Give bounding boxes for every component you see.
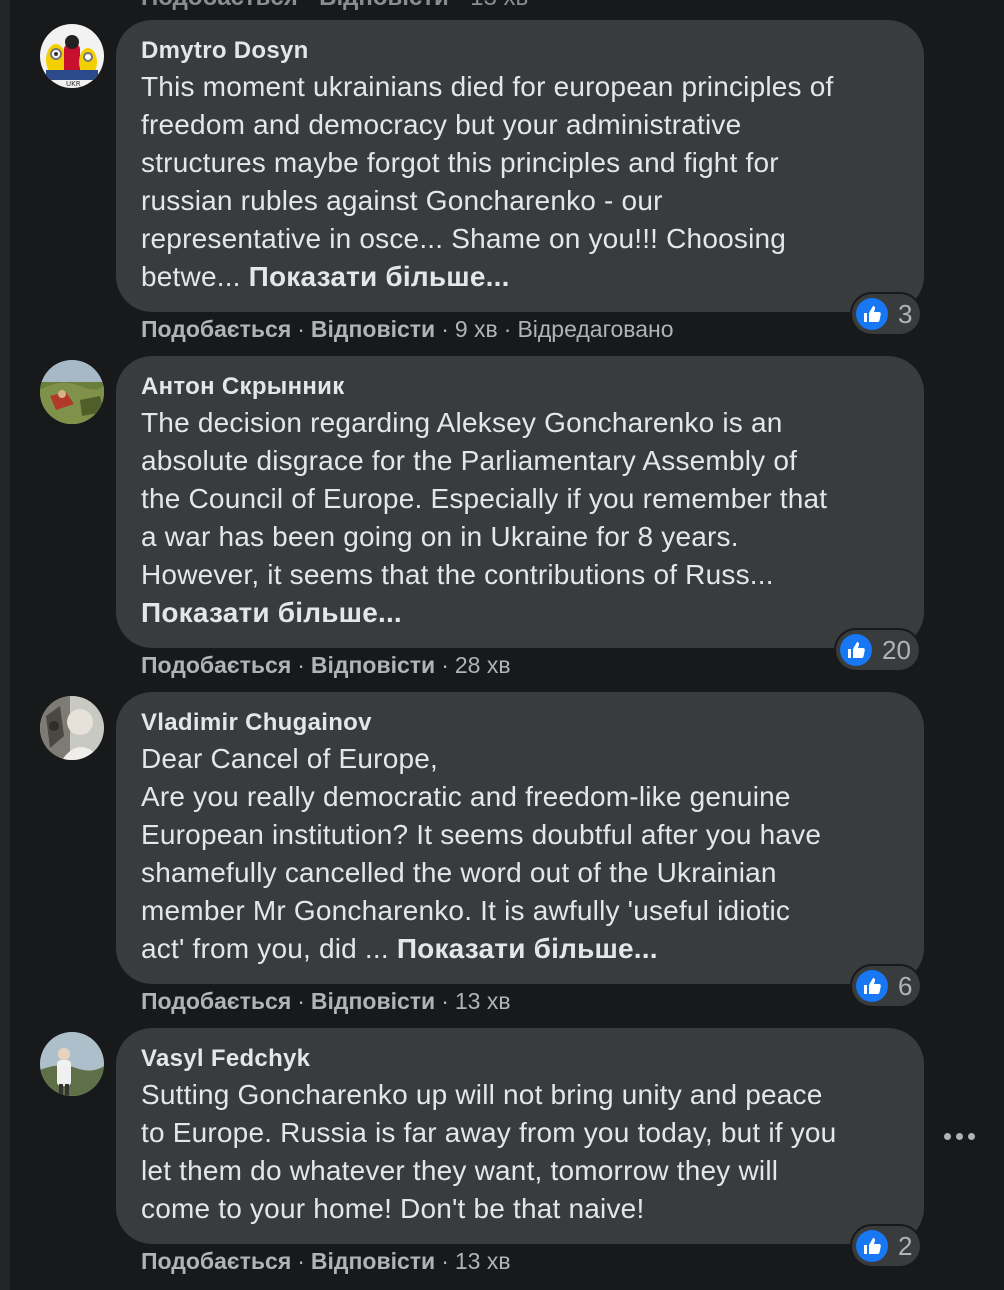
comment-bubble: Антон Скрынник The decision regarding Al… bbox=[116, 356, 924, 648]
see-more-link[interactable]: Показати більше... bbox=[249, 261, 510, 292]
reply-button[interactable]: Відповісти bbox=[311, 988, 435, 1014]
avatar[interactable]: UKR bbox=[40, 24, 104, 88]
avatar[interactable] bbox=[40, 1032, 104, 1096]
dot-3 bbox=[968, 1132, 975, 1140]
comment-author[interactable]: Vasyl Fedchyk bbox=[141, 1042, 900, 1076]
comment-time[interactable]: 9 хв bbox=[455, 316, 498, 342]
minions-avatar-icon: UKR bbox=[40, 24, 104, 88]
comment-bubble: Vasyl Fedchyk Sutting Goncharenko up wil… bbox=[116, 1028, 924, 1244]
like-button[interactable]: Подобається bbox=[141, 316, 291, 342]
reply-button[interactable]: Відповісти bbox=[311, 652, 435, 678]
comment-bubble: Dmytro Dosyn This moment ukrainians died… bbox=[116, 20, 924, 312]
reaction-count-badge[interactable]: 6 bbox=[852, 966, 921, 1006]
reaction-count-badge[interactable]: 2 bbox=[852, 1226, 921, 1266]
reaction-count: 20 bbox=[882, 634, 911, 665]
comment-actions: Подобається · Відповісти · 13 хв bbox=[141, 1248, 511, 1274]
svg-text:UKR: UKR bbox=[66, 80, 81, 88]
comment-text: Sutting Goncharenko up will not bring un… bbox=[141, 1079, 837, 1224]
left-panel-edge bbox=[0, 0, 10, 1290]
comment-actions: Подобається · Відповісти · 13 хв bbox=[141, 988, 511, 1014]
comment-actions: Подобається · Відповісти · 9 хв · Відредагован… bbox=[141, 316, 674, 342]
comment-time[interactable]: 13 хв bbox=[455, 1248, 511, 1274]
dot-2 bbox=[956, 1132, 963, 1140]
previous-time: 13 хв bbox=[470, 0, 528, 11]
reply-button[interactable]: Відповісти bbox=[311, 316, 435, 342]
portrait-avatar-icon bbox=[40, 696, 104, 760]
like-button[interactable]: Подобається bbox=[141, 988, 291, 1014]
like-reaction-icon bbox=[856, 298, 888, 330]
comment-text: The decision regarding Aleksey Goncharen… bbox=[141, 407, 828, 628]
like-reaction-icon bbox=[840, 634, 872, 666]
previous-like-button[interactable]: Подобається bbox=[141, 0, 298, 11]
previous-reply-button[interactable]: Відповісти bbox=[319, 0, 449, 11]
see-more-link[interactable]: Показати більше... bbox=[141, 597, 402, 628]
more-options-icon[interactable] bbox=[944, 1121, 980, 1151]
previous-comment-actions: Подобається · Відповісти · 13 хв bbox=[141, 0, 528, 12]
avatar[interactable] bbox=[40, 360, 104, 424]
reaction-count: 6 bbox=[898, 970, 913, 1001]
comment-time[interactable]: 13 хв bbox=[455, 988, 511, 1014]
reply-button[interactable]: Відповісти bbox=[311, 1248, 435, 1274]
comment-bubble: Vladimir Chugainov Dear Cancel of Europe… bbox=[116, 692, 924, 984]
landscape-avatar-icon bbox=[40, 360, 104, 424]
see-more-link[interactable]: Показати більше... bbox=[397, 933, 658, 964]
dot-1 bbox=[944, 1132, 951, 1140]
comment-time[interactable]: 28 хв bbox=[455, 652, 511, 678]
comment-author[interactable]: Vladimir Chugainov bbox=[141, 706, 900, 740]
comment-text: This moment ukrainians died for european… bbox=[141, 71, 834, 292]
like-button[interactable]: Подобається bbox=[141, 652, 291, 678]
comment-text: Dear Cancel of Europe, Are you really de… bbox=[141, 743, 822, 964]
comment-author[interactable]: Dmytro Dosyn bbox=[141, 34, 900, 68]
like-button[interactable]: Подобається bbox=[141, 1248, 291, 1274]
like-reaction-icon bbox=[856, 1230, 888, 1262]
reaction-count: 3 bbox=[898, 298, 913, 329]
reaction-count-badge[interactable]: 3 bbox=[852, 294, 921, 334]
comment-author[interactable]: Антон Скрынник bbox=[141, 370, 900, 404]
edited-label[interactable]: Відредаговано bbox=[517, 316, 673, 342]
reaction-count-badge[interactable]: 20 bbox=[836, 630, 919, 670]
like-reaction-icon bbox=[856, 970, 888, 1002]
comment-actions: Подобається · Відповісти · 28 хв bbox=[141, 652, 511, 678]
person-outdoors-avatar-icon bbox=[40, 1032, 104, 1096]
reaction-count: 2 bbox=[898, 1230, 913, 1261]
avatar[interactable] bbox=[40, 696, 104, 760]
